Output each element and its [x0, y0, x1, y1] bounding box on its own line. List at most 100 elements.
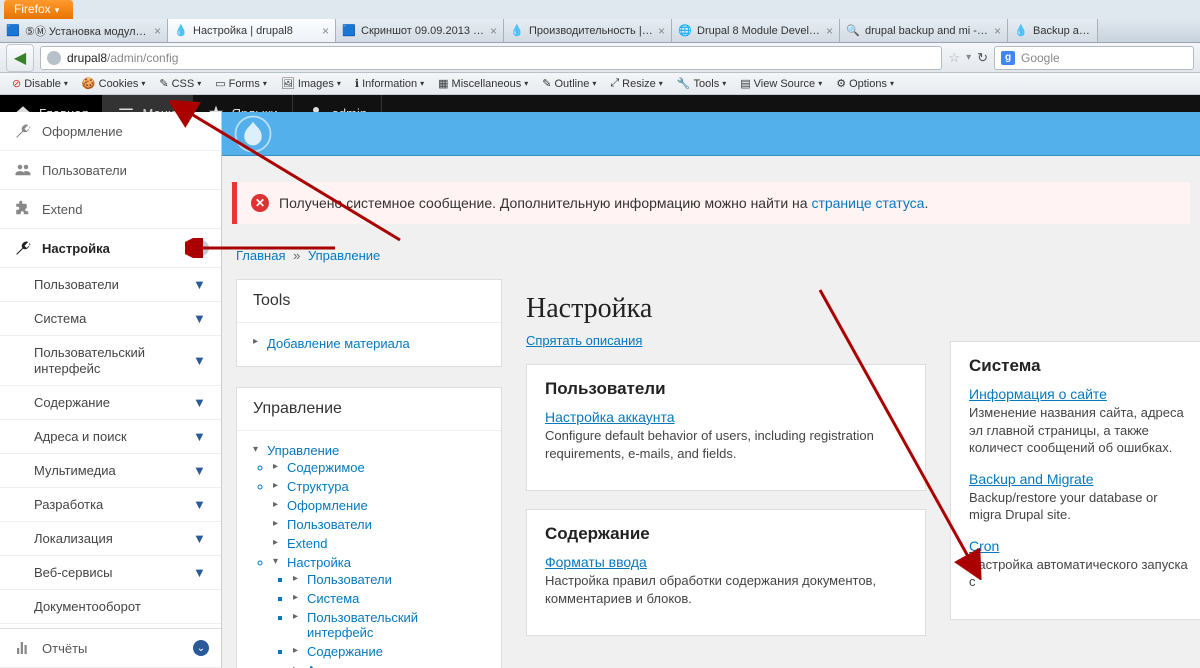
chevron-down-icon[interactable]: ▼ — [193, 565, 209, 581]
sidebar-config-people[interactable]: Пользователи ▼ — [0, 268, 221, 302]
category-title: Система — [969, 356, 1188, 376]
management-block: Управление Управление Содержимое Структу… — [236, 387, 502, 668]
tree-item[interactable]: Пользовательский интерфейс — [293, 608, 485, 642]
devtool-outline[interactable]: ✎Outline▾ — [536, 75, 602, 92]
back-button[interactable]: ◀ — [6, 44, 34, 72]
devtool-viewsource[interactable]: ▤View Source▾ — [734, 75, 828, 92]
search-placeholder: Google — [1021, 51, 1060, 65]
tree-item[interactable]: Содержимое — [273, 458, 485, 477]
browser-tab[interactable]: 💧Производительность | dru...× — [504, 19, 672, 42]
expand-icon[interactable]: ⌄ — [193, 640, 209, 656]
browser-tab[interactable]: 🟦 ⑤Ⓜ Установка модулей н... × — [0, 19, 168, 42]
sidebar-label: Локализация — [34, 531, 113, 546]
text-formats-link[interactable]: Форматы ввода — [545, 554, 907, 570]
sidebar-config-search[interactable]: Адреса и поиск▼ — [0, 420, 221, 454]
firefox-menu-button[interactable]: Firefox — [4, 0, 73, 19]
sidebar-appearance[interactable]: Оформление — [0, 112, 221, 151]
chevron-down-icon[interactable]: ▼ — [193, 395, 209, 411]
sidebar-reports[interactable]: Отчёты ⌄ — [0, 628, 221, 668]
chevron-down-icon[interactable]: ▼ — [193, 353, 209, 369]
sidebar-config[interactable]: Настройка ⌃ — [0, 229, 221, 268]
sidebar-people[interactable]: Пользователи — [0, 151, 221, 190]
tree-item[interactable]: Пользователи — [273, 515, 485, 534]
devtool-cookies[interactable]: 🍪Cookies▾ — [76, 75, 151, 92]
devtool-forms[interactable]: ▭Forms▾ — [209, 75, 273, 92]
tree-item[interactable]: Система — [293, 589, 485, 608]
tab-title: ⑤Ⓜ Установка модулей н... — [25, 23, 150, 39]
admin-sidebar: Оформление Пользователи Extend Настройка… — [0, 112, 222, 668]
sidebar-config-webservices[interactable]: Веб-сервисы▼ — [0, 556, 221, 590]
devtool-tools[interactable]: 🔧Tools▾ — [671, 75, 732, 92]
tree-root[interactable]: Управление Содержимое Структура Оформлен… — [253, 441, 485, 668]
drupal-icon: 💧 — [1014, 24, 1028, 38]
account-settings-link[interactable]: Настройка аккаунта — [545, 409, 907, 425]
backup-migrate-link[interactable]: Backup and Migrate — [969, 471, 1188, 487]
tree-item[interactable]: Оформление — [273, 496, 485, 515]
tab-title: Drupal 8 Module Developme... — [697, 25, 822, 37]
sidebar-config-system[interactable]: Система▼ — [0, 302, 221, 336]
devtool-css[interactable]: ✎CSS▾ — [153, 75, 207, 92]
chevron-down-icon[interactable]: ▼ — [193, 311, 209, 327]
close-icon[interactable]: × — [154, 24, 161, 38]
search-box[interactable]: g Google — [994, 46, 1194, 70]
tree-item[interactable]: Содержание — [293, 642, 485, 661]
browser-tab[interactable]: 🌐Drupal 8 Module Developme...× — [672, 19, 840, 42]
category-system: Система Информация о сайте Изменение наз… — [950, 341, 1200, 620]
hide-descriptions-link[interactable]: Спрятать описания — [526, 333, 926, 348]
close-icon[interactable]: × — [490, 24, 497, 38]
sidebar-extend[interactable]: Extend — [0, 190, 221, 229]
devtool-misc[interactable]: ▦Miscellaneous▾ — [432, 75, 534, 92]
chevron-down-icon[interactable]: ▼ — [193, 277, 209, 293]
sidebar-config-content[interactable]: Содержание ▼ — [0, 386, 221, 420]
favicon-icon: 🟦 — [6, 24, 20, 38]
devtool-images[interactable]: 🖼Images▾ — [275, 75, 347, 92]
breadcrumb-admin[interactable]: Управление — [308, 248, 380, 263]
tree-item[interactable]: Структура — [273, 477, 485, 496]
sidebar-config-ui[interactable]: Пользовательский интерфейс▼ — [0, 336, 221, 386]
tree-config[interactable]: Настройка Пользователи Система Пользоват… — [273, 553, 485, 668]
close-icon[interactable]: × — [826, 24, 833, 38]
chevron-down-icon[interactable]: ▼ — [193, 429, 209, 445]
category-content: Содержание Форматы ввода Настройка прави… — [526, 509, 926, 636]
browser-tab[interactable]: 💧Backup and — [1008, 19, 1098, 42]
tree-item[interactable]: Extend — [273, 534, 485, 553]
chevron-down-icon[interactable]: ▼ — [193, 463, 209, 479]
category-title: Содержание — [545, 524, 907, 544]
status-link[interactable]: странице статуса — [811, 195, 924, 211]
chevron-down-icon[interactable]: ▼ — [193, 497, 209, 513]
sidebar-config-dev[interactable]: Разработка▼ — [0, 488, 221, 522]
add-content-link[interactable]: Добавление материала — [253, 333, 485, 354]
devtool-disable[interactable]: ⊘Disable▾ — [6, 75, 74, 92]
close-icon[interactable]: × — [322, 24, 329, 38]
chevron-down-icon[interactable]: ▼ — [193, 531, 209, 547]
reload-icon[interactable]: ↻ — [977, 50, 988, 66]
sidebar-label: Пользователи — [34, 277, 119, 292]
breadcrumb-home[interactable]: Главная — [236, 248, 285, 263]
bookmark-icon[interactable]: ☆ — [948, 50, 960, 66]
favicon-icon: 🟦 — [342, 24, 356, 38]
tools-title: Tools — [237, 280, 501, 323]
tree-item[interactable]: Пользователи — [293, 570, 485, 589]
devtool-options[interactable]: ⚙Options▾ — [830, 75, 900, 92]
browser-tab[interactable]: 🟦Скриншот 09.09.2013 22:...× — [336, 19, 504, 42]
collapse-icon[interactable]: ⌃ — [193, 240, 209, 256]
browser-tab[interactable]: 🔍drupal backup and mi - Пои...× — [840, 19, 1008, 42]
sidebar-config-regional[interactable]: Локализация ▼ — [0, 522, 221, 556]
dropdown-icon[interactable]: ▾ — [966, 52, 971, 63]
sidebar-config-media[interactable]: Мультимедиа▼ — [0, 454, 221, 488]
sidebar-config-workflow[interactable]: Документооборот — [0, 590, 221, 624]
devtool-information[interactable]: ℹInformation▾ — [349, 75, 430, 92]
sidebar-label: Содержание — [34, 395, 110, 410]
address-bar[interactable]: drupal8/admin/config — [40, 46, 942, 70]
devtool-resize[interactable]: ⤢Resize▾ — [604, 75, 668, 92]
browser-tab[interactable]: 💧Настройка | drupal8× — [168, 19, 336, 42]
tree-item[interactable]: Адреса и поиск — [293, 661, 485, 668]
error-icon: ✕ — [251, 194, 269, 212]
site-info-link[interactable]: Информация о сайте — [969, 386, 1188, 402]
status-alert: ✕ Получено системное сообщение. Дополнит… — [232, 182, 1190, 224]
alert-text: Получено системное сообщение. Дополнител… — [279, 195, 928, 211]
close-icon[interactable]: × — [994, 24, 1001, 38]
close-icon[interactable]: × — [658, 24, 665, 38]
cron-link[interactable]: Cron — [969, 538, 1188, 554]
drupal-icon: 💧 — [174, 24, 188, 38]
